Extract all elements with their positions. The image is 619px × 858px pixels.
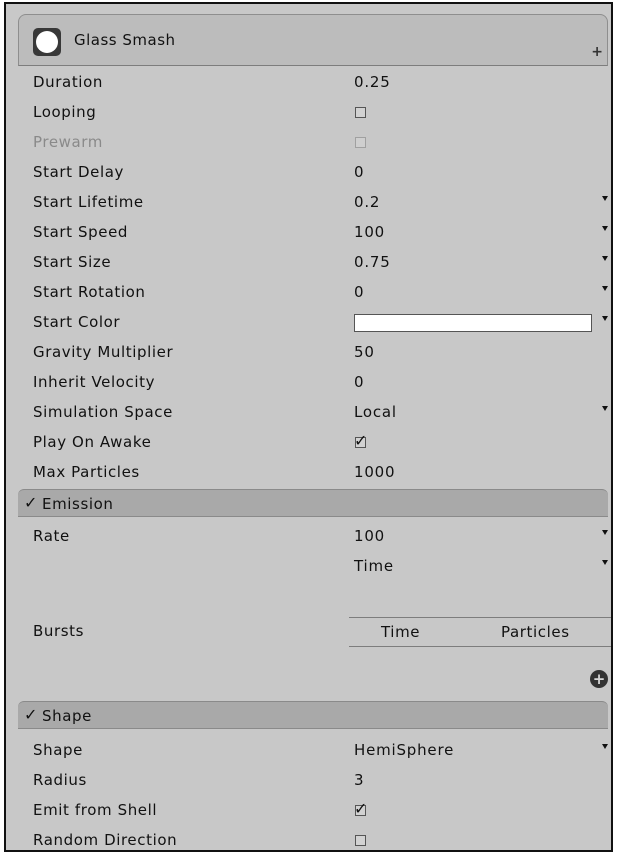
inherit-velocity-label: Inherit Velocity: [33, 373, 156, 391]
random-direction-checkbox[interactable]: [355, 835, 366, 846]
particle-system-icon: [33, 28, 61, 56]
emit-from-shell-row: Emit from Shell ✓: [18, 796, 608, 826]
start-rotation-label: Start Rotation: [33, 283, 146, 301]
simulation-space-row: Simulation Space Local: [18, 398, 608, 428]
simulation-space-dropdown-icon[interactable]: [602, 406, 608, 411]
looping-label: Looping: [33, 103, 97, 121]
start-size-dropdown-icon[interactable]: [602, 256, 608, 261]
duration-row: Duration 0.25: [18, 68, 608, 98]
start-lifetime-dropdown-icon[interactable]: [602, 196, 608, 201]
random-direction-row: Random Direction: [18, 826, 608, 850]
start-size-row: Start Size 0.75: [18, 248, 608, 278]
rate-row: Rate 100: [18, 522, 608, 552]
start-rotation-dropdown-icon[interactable]: [602, 286, 608, 291]
max-particles-label: Max Particles: [33, 463, 140, 481]
simulation-space-label: Simulation Space: [33, 403, 173, 421]
gravity-multiplier-label: Gravity Multiplier: [33, 343, 174, 361]
bursts-particles-column: Particles: [501, 623, 570, 641]
checkmark-icon: ✓: [354, 431, 368, 450]
start-lifetime-label: Start Lifetime: [33, 193, 144, 211]
checkmark-icon: ✓: [354, 799, 368, 818]
shape-enabled-checkmark-icon[interactable]: ✓: [24, 705, 37, 724]
start-speed-dropdown-icon[interactable]: [602, 226, 608, 231]
prewarm-label: Prewarm: [33, 133, 104, 151]
start-rotation-field[interactable]: 0: [354, 283, 364, 301]
radius-row: Radius 3: [18, 766, 608, 796]
start-delay-label: Start Delay: [33, 163, 125, 181]
start-lifetime-row: Start Lifetime 0.2: [18, 188, 608, 218]
start-speed-row: Start Speed 100: [18, 218, 608, 248]
particle-system-header[interactable]: Glass Smash +: [18, 14, 608, 66]
rate-field[interactable]: 100: [354, 527, 385, 545]
start-lifetime-field[interactable]: 0.2: [354, 193, 380, 211]
add-burst-plus-icon[interactable]: +: [590, 670, 608, 688]
emission-enabled-checkmark-icon[interactable]: ✓: [24, 493, 37, 512]
simulation-space-dropdown[interactable]: Local: [354, 403, 397, 421]
bursts-label: Bursts: [33, 622, 85, 640]
bursts-row: Bursts Time Particles: [18, 617, 611, 647]
start-speed-label: Start Speed: [33, 223, 129, 241]
prewarm-checkbox: [355, 137, 366, 148]
prewarm-row: Prewarm: [18, 128, 608, 158]
start-color-dropdown-icon[interactable]: [602, 316, 608, 321]
bursts-table-header: Time Particles: [349, 617, 611, 647]
start-size-field[interactable]: 0.75: [354, 253, 391, 271]
emission-module-header[interactable]: ✓ Emission: [18, 489, 608, 517]
emission-module-title: Emission: [42, 495, 114, 513]
add-burst-row: +: [18, 664, 608, 694]
start-delay-row: Start Delay 0: [18, 158, 608, 188]
shape-row: Shape HemiSphere: [18, 736, 608, 766]
play-on-awake-checkbox[interactable]: ✓: [354, 433, 367, 449]
play-on-awake-row: Play On Awake ✓: [18, 428, 608, 458]
looping-row: Looping: [18, 98, 608, 128]
start-color-row: Start Color: [18, 308, 608, 338]
rate-mode-dropdown-icon[interactable]: [602, 560, 608, 565]
start-color-label: Start Color: [33, 313, 121, 331]
rate-label: Rate: [33, 527, 70, 545]
play-on-awake-label: Play On Awake: [33, 433, 152, 451]
start-speed-field[interactable]: 100: [354, 223, 385, 241]
start-rotation-row: Start Rotation 0: [18, 278, 608, 308]
shape-label: Shape: [33, 741, 83, 759]
gravity-multiplier-row: Gravity Multiplier 50: [18, 338, 608, 368]
start-size-label: Start Size: [33, 253, 112, 271]
plus-icon[interactable]: +: [591, 45, 603, 59]
radius-field[interactable]: 3: [354, 771, 364, 789]
inherit-velocity-field[interactable]: 0: [354, 373, 364, 391]
emit-from-shell-label: Emit from Shell: [33, 801, 158, 819]
bursts-time-column: Time: [381, 623, 421, 641]
start-color-swatch[interactable]: [354, 314, 592, 332]
rate-dropdown-icon[interactable]: [602, 530, 608, 535]
rate-mode-row: Time: [18, 552, 608, 582]
radius-label: Radius: [33, 771, 87, 789]
shape-dropdown[interactable]: HemiSphere: [354, 741, 454, 759]
inherit-velocity-row: Inherit Velocity 0: [18, 368, 608, 398]
duration-label: Duration: [33, 73, 103, 91]
emit-from-shell-checkbox[interactable]: ✓: [354, 801, 367, 817]
random-direction-label: Random Direction: [33, 831, 178, 849]
gravity-multiplier-field[interactable]: 50: [354, 343, 375, 361]
particle-system-name: Glass Smash: [74, 31, 176, 49]
start-delay-field[interactable]: 0: [354, 163, 364, 181]
shape-dropdown-icon[interactable]: [602, 744, 608, 749]
looping-checkbox[interactable]: [355, 107, 366, 118]
shape-module-header[interactable]: ✓ Shape: [18, 701, 608, 729]
particle-system-inspector: Glass Smash + Duration 0.25 Looping Prew…: [4, 2, 613, 852]
rate-mode-dropdown[interactable]: Time: [354, 557, 394, 575]
shape-module-title: Shape: [42, 707, 92, 725]
duration-field[interactable]: 0.25: [354, 73, 391, 91]
max-particles-field[interactable]: 1000: [354, 463, 395, 481]
max-particles-row: Max Particles 1000: [18, 458, 608, 488]
